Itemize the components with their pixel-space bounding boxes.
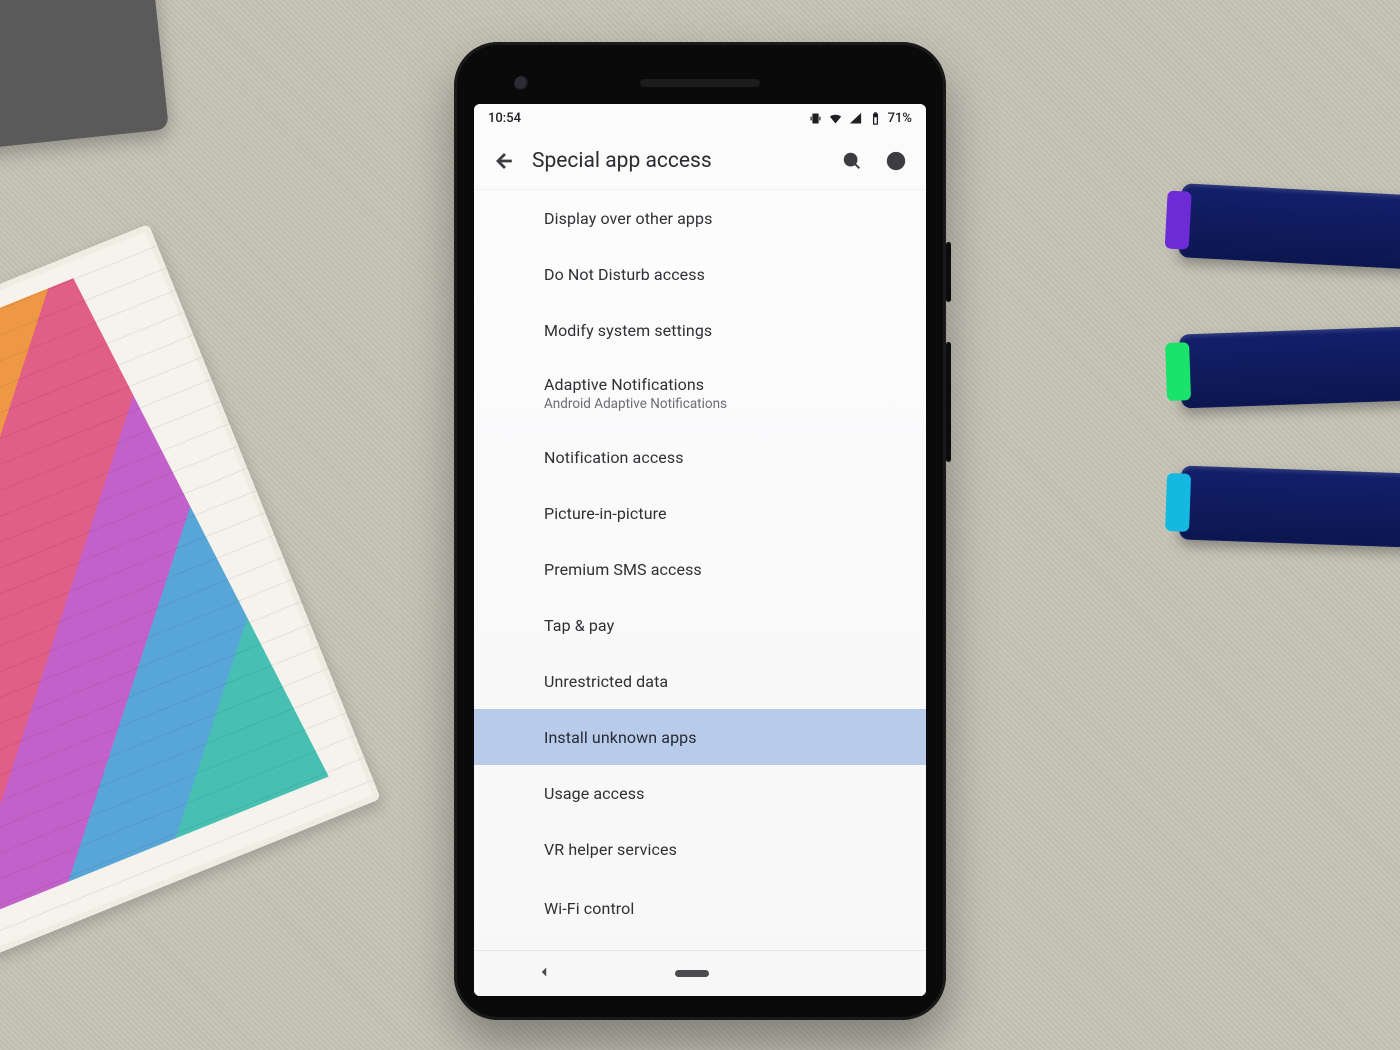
desk-tablet-corner [0,0,169,150]
settings-row-wi-fi-control[interactable]: Wi-Fi control [474,877,926,933]
phone-side-button-1 [946,242,951,302]
settings-row-label: Wi-Fi control [544,899,906,918]
settings-row-picture-in-picture[interactable]: Picture-in-picture [474,485,926,541]
app-bar: Special app access [474,132,926,190]
search-button[interactable] [830,139,874,183]
settings-row-premium-sms-access[interactable]: Premium SMS access [474,541,926,597]
settings-row-label: VR helper services [544,840,906,859]
phone-frame: 10:54 71% Special [454,42,946,1020]
settings-row-tap-pay[interactable]: Tap & pay [474,597,926,653]
settings-row-usage-access[interactable]: Usage access [474,765,926,821]
phone-screen: 10:54 71% Special [474,104,926,996]
settings-row-label: Display over other apps [544,209,906,228]
settings-row-label: Notification access [544,448,906,467]
settings-row-label: Tap & pay [544,616,906,635]
battery-icon [868,111,883,126]
nav-back-button[interactable] [535,963,553,985]
status-bar: 10:54 71% [474,104,926,132]
settings-row-adaptive-notifications[interactable]: Adaptive Notifications Android Adaptive N… [474,358,926,429]
page-title: Special app access [526,149,830,173]
settings-row-display-over-other-apps[interactable]: Display over other apps [474,190,926,246]
desk-marker-1 [1178,183,1400,271]
vibrate-icon [808,111,823,126]
settings-row-label: Install unknown apps [544,728,906,747]
settings-row-label: Picture-in-picture [544,504,906,523]
settings-row-notification-access[interactable]: Notification access [474,429,926,485]
system-navigation-bar [474,950,926,996]
search-icon [841,150,863,172]
desk-notepad [0,224,381,956]
wifi-icon [828,111,843,126]
desk-marker-3 [1179,465,1400,548]
settings-row-label: Usage access [544,784,906,803]
help-button[interactable] [874,139,918,183]
settings-row-unrestricted-data[interactable]: Unrestricted data [474,653,926,709]
settings-row-vr-helper-services[interactable]: VR helper services [474,821,926,877]
settings-row-sublabel: Android Adaptive Notifications [544,396,906,412]
settings-row-do-not-disturb-access[interactable]: Do Not Disturb access [474,246,926,302]
settings-row-label: Modify system settings [544,321,906,340]
arrow-left-icon [493,150,515,172]
status-battery-text: 71% [888,111,912,126]
cellular-signal-icon [848,111,863,126]
back-button[interactable] [482,139,526,183]
desk-marker-2 [1179,325,1400,408]
settings-row-label: Do Not Disturb access [544,265,906,284]
phone-side-button-2 [946,342,951,462]
nav-home-pill[interactable] [675,970,709,977]
chevron-left-icon [535,963,553,981]
settings-row-label: Premium SMS access [544,560,906,579]
help-icon [885,150,907,172]
nav-spacer [831,970,865,977]
settings-row-label: Adaptive Notifications [544,375,906,394]
settings-row-label: Unrestricted data [544,672,906,691]
settings-row-modify-system-settings[interactable]: Modify system settings [474,302,926,358]
settings-row-install-unknown-apps[interactable]: Install unknown apps [474,709,926,765]
status-time: 10:54 [488,111,521,126]
settings-list[interactable]: Display over other apps Do Not Disturb ac… [474,190,926,996]
